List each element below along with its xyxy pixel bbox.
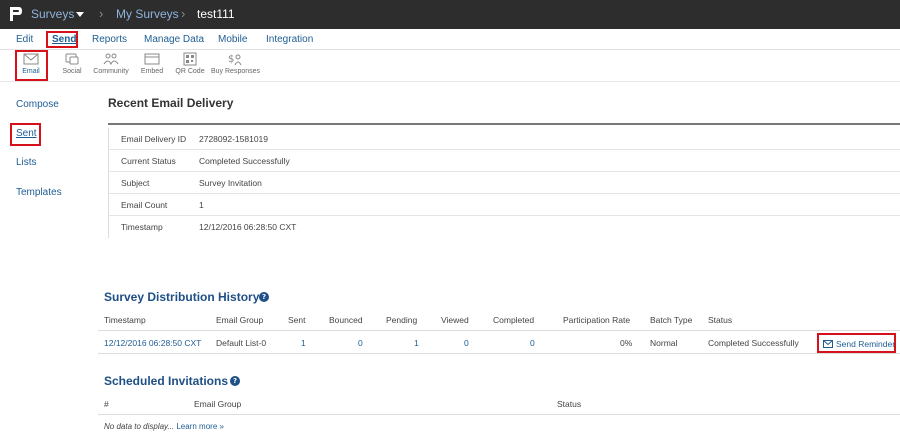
empty-state-text: No data to display... bbox=[104, 422, 175, 431]
row-status: Completed Successfully bbox=[708, 338, 799, 348]
envelope-icon bbox=[823, 340, 833, 348]
detail-value: 1 bbox=[199, 200, 204, 210]
detail-key: Email Count bbox=[121, 200, 168, 210]
breadcrumb-current-survey: test111 bbox=[197, 7, 235, 21]
column-header: Participation Rate bbox=[563, 315, 631, 325]
help-icon[interactable]: ? bbox=[259, 292, 269, 302]
learn-more-link[interactable]: Learn more » bbox=[176, 422, 224, 431]
column-header: Pending bbox=[386, 315, 418, 325]
tool-social-label: Social bbox=[62, 68, 82, 75]
tool-qr-code-label: QR Code bbox=[175, 68, 205, 75]
page-title: Recent Email Delivery bbox=[108, 96, 234, 110]
breadcrumb-separator-icon: › bbox=[181, 6, 186, 21]
tool-embed-label: Embed bbox=[140, 68, 164, 75]
history-table-header: Timestamp Email Group Sent Bounced Pendi… bbox=[98, 309, 900, 331]
send-reminder-button[interactable]: Send Reminder bbox=[817, 333, 896, 353]
sidebar-item-lists[interactable]: Lists bbox=[16, 157, 37, 168]
column-header: Timestamp bbox=[104, 315, 146, 325]
column-header: # bbox=[104, 399, 109, 409]
detail-value: 2728092-1581019 bbox=[199, 134, 269, 144]
breadcrumb-my-surveys[interactable]: My Surveys bbox=[116, 7, 179, 21]
buy-responses-icon: $ bbox=[228, 54, 242, 66]
row-completed-link[interactable]: 0 bbox=[530, 338, 535, 348]
detail-key: Email Delivery ID bbox=[121, 134, 187, 144]
column-header: Status bbox=[557, 399, 582, 409]
menu-mobile[interactable]: Mobile bbox=[218, 34, 247, 45]
menu-edit[interactable]: Edit bbox=[16, 34, 33, 45]
detail-key: Timestamp bbox=[121, 222, 163, 232]
column-header: Viewed bbox=[441, 315, 469, 325]
row-email-group: Default List-0 bbox=[216, 338, 267, 348]
tool-buy-responses[interactable]: $ Buy Responses bbox=[211, 52, 261, 75]
tool-social[interactable]: Social bbox=[58, 52, 86, 75]
breadcrumb-separator-icon: › bbox=[99, 6, 104, 21]
row-pending-link[interactable]: 1 bbox=[414, 338, 419, 348]
tool-buy-responses-label: Buy Responses bbox=[211, 68, 261, 75]
detail-value: 12/12/2016 06:28:50 CXT bbox=[199, 222, 297, 232]
detail-row: Current Status Completed Successfully bbox=[109, 150, 900, 172]
menu-integration[interactable]: Integration bbox=[266, 34, 313, 45]
row-timestamp-link[interactable]: 12/12/2016 06:28:50 CXT bbox=[104, 338, 201, 348]
help-icon[interactable]: ? bbox=[230, 376, 240, 386]
embed-icon bbox=[144, 53, 160, 65]
community-icon bbox=[103, 53, 119, 66]
top-bar: Surveys › My Surveys › test111 bbox=[0, 0, 900, 29]
detail-row: Timestamp 12/12/2016 06:28:50 CXT bbox=[109, 216, 900, 238]
scheduled-title: Scheduled Invitations bbox=[104, 374, 229, 388]
detail-value: Completed Successfully bbox=[199, 156, 290, 166]
send-highlight-box bbox=[46, 31, 78, 48]
column-header: Sent bbox=[288, 315, 306, 325]
detail-row: Subject Survey Invitation bbox=[109, 172, 900, 194]
main-menu: Edit Send Reports Manage Data Mobile Int… bbox=[0, 29, 900, 50]
column-header: Batch Type bbox=[650, 315, 693, 325]
table-row: 12/12/2016 06:28:50 CXT Default List-0 1… bbox=[98, 332, 900, 354]
column-header: Status bbox=[708, 315, 733, 325]
row-viewed-link[interactable]: 0 bbox=[464, 338, 469, 348]
title-divider bbox=[108, 123, 900, 125]
empty-state: No data to display... Learn more » bbox=[104, 422, 224, 431]
delivery-details: Email Delivery ID 2728092-1581019 Curren… bbox=[108, 128, 900, 238]
tool-community-label: Community bbox=[93, 68, 129, 75]
surveys-menu[interactable]: Surveys bbox=[31, 7, 74, 21]
row-participation-rate: 0% bbox=[620, 338, 633, 348]
detail-key: Current Status bbox=[121, 156, 176, 166]
sidebar-item-compose[interactable]: Compose bbox=[16, 99, 59, 110]
column-header: Email Group bbox=[216, 315, 264, 325]
detail-key: Subject bbox=[121, 178, 150, 188]
detail-row: Email Delivery ID 2728092-1581019 bbox=[109, 128, 900, 150]
column-header: Completed bbox=[493, 315, 535, 325]
sidebar-item-templates[interactable]: Templates bbox=[16, 187, 62, 198]
svg-text:$: $ bbox=[228, 54, 234, 65]
column-header: Email Group bbox=[194, 399, 242, 409]
send-reminder-label: Send Reminder bbox=[836, 339, 896, 349]
social-icon bbox=[65, 53, 79, 65]
email-highlight-box bbox=[15, 50, 48, 81]
detail-row: Email Count 1 bbox=[109, 194, 900, 216]
row-bounced-link[interactable]: 0 bbox=[358, 338, 363, 348]
row-sent-link[interactable]: 1 bbox=[301, 338, 306, 348]
row-batch-type: Normal bbox=[650, 338, 678, 348]
menu-manage-data[interactable]: Manage Data bbox=[144, 34, 204, 45]
column-header: Bounced bbox=[329, 315, 363, 325]
scheduled-table-header: # Email Group Status bbox=[98, 393, 900, 415]
app-logo-icon[interactable] bbox=[8, 5, 24, 23]
tool-embed[interactable]: Embed bbox=[138, 52, 166, 75]
menu-reports[interactable]: Reports bbox=[92, 34, 127, 45]
tool-qr-code[interactable]: QR Code bbox=[175, 52, 205, 75]
history-title: Survey Distribution History bbox=[104, 290, 260, 304]
detail-value: Survey Invitation bbox=[199, 178, 262, 188]
chevron-down-icon[interactable] bbox=[76, 12, 84, 17]
send-toolbar: Email Social Community Embed QR Code $ B… bbox=[0, 50, 900, 82]
tool-community[interactable]: Community bbox=[92, 52, 130, 75]
sent-highlight-box bbox=[10, 123, 41, 146]
qr-code-icon bbox=[183, 52, 197, 66]
